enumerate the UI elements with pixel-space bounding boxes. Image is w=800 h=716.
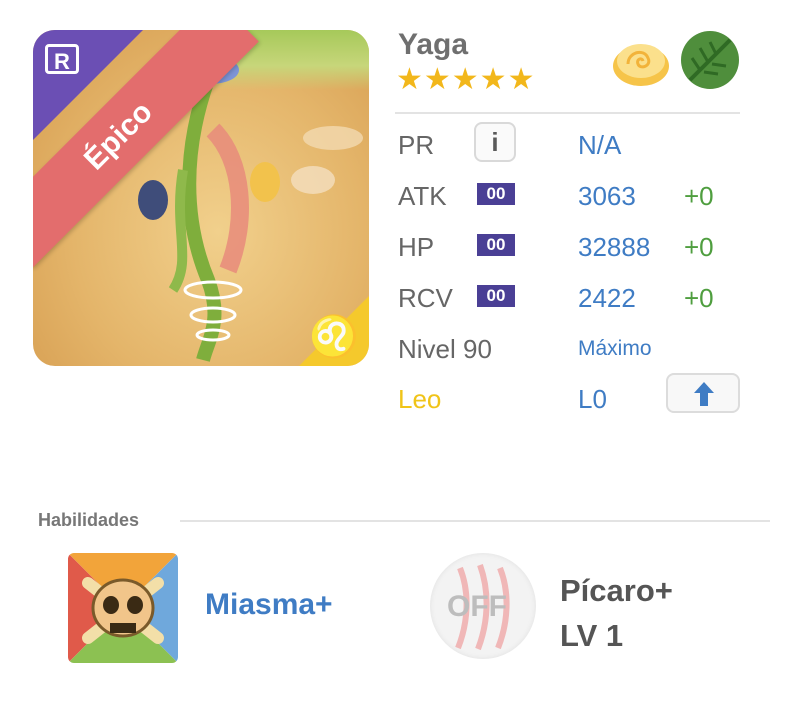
cloud-icon: [613, 44, 669, 86]
atk-plus-badge: 00: [477, 183, 515, 205]
monster-name: Yaga: [398, 28, 469, 61]
level-label: Nivel 90: [398, 334, 492, 364]
rarity-r-badge: R: [45, 44, 79, 74]
hp-value: 32888: [578, 232, 651, 262]
leaf-icon: [681, 31, 739, 89]
zodiac-icon: ♌: [309, 315, 359, 359]
zodiac-label: Leo: [398, 384, 442, 414]
arrow-up-icon: [694, 382, 714, 406]
skull-icon: [68, 553, 178, 663]
rcv-value: 2422: [578, 283, 636, 313]
awakening-name[interactable]: Pícaro+: [560, 573, 673, 609]
hp-plus-badge: 00: [477, 234, 515, 256]
pr-label: PR: [398, 130, 435, 160]
hp-bonus: +0: [684, 232, 714, 262]
zodiac-level: L0: [578, 384, 607, 414]
active-skill-name[interactable]: Miasma+: [205, 588, 333, 622]
rcv-bonus: +0: [684, 283, 714, 313]
rcv-label: RCV: [398, 283, 453, 313]
upgrade-button[interactable]: [666, 373, 740, 413]
atk-value: 3063: [578, 181, 636, 211]
info-button[interactable]: i: [474, 122, 516, 162]
hp-label: HP: [398, 232, 435, 262]
abilities-title: Habilidades: [38, 510, 140, 530]
level-value: Máximo: [578, 337, 652, 360]
atk-bonus: +0: [684, 181, 714, 211]
star-rating: ★★★★★: [396, 63, 536, 96]
info-icon: i: [491, 127, 499, 157]
atk-label: ATK: [398, 181, 447, 211]
awakening-off-label: OFF: [447, 590, 507, 623]
abilities-divider: [180, 520, 770, 522]
awakening-level: LV 1: [560, 618, 624, 653]
monster-portrait[interactable]: R Épico ♌: [33, 30, 369, 366]
pr-value: N/A: [578, 130, 622, 160]
header-divider: [395, 112, 740, 114]
rcv-plus-badge: 00: [477, 285, 515, 307]
active-skill-icon[interactable]: [68, 553, 178, 663]
